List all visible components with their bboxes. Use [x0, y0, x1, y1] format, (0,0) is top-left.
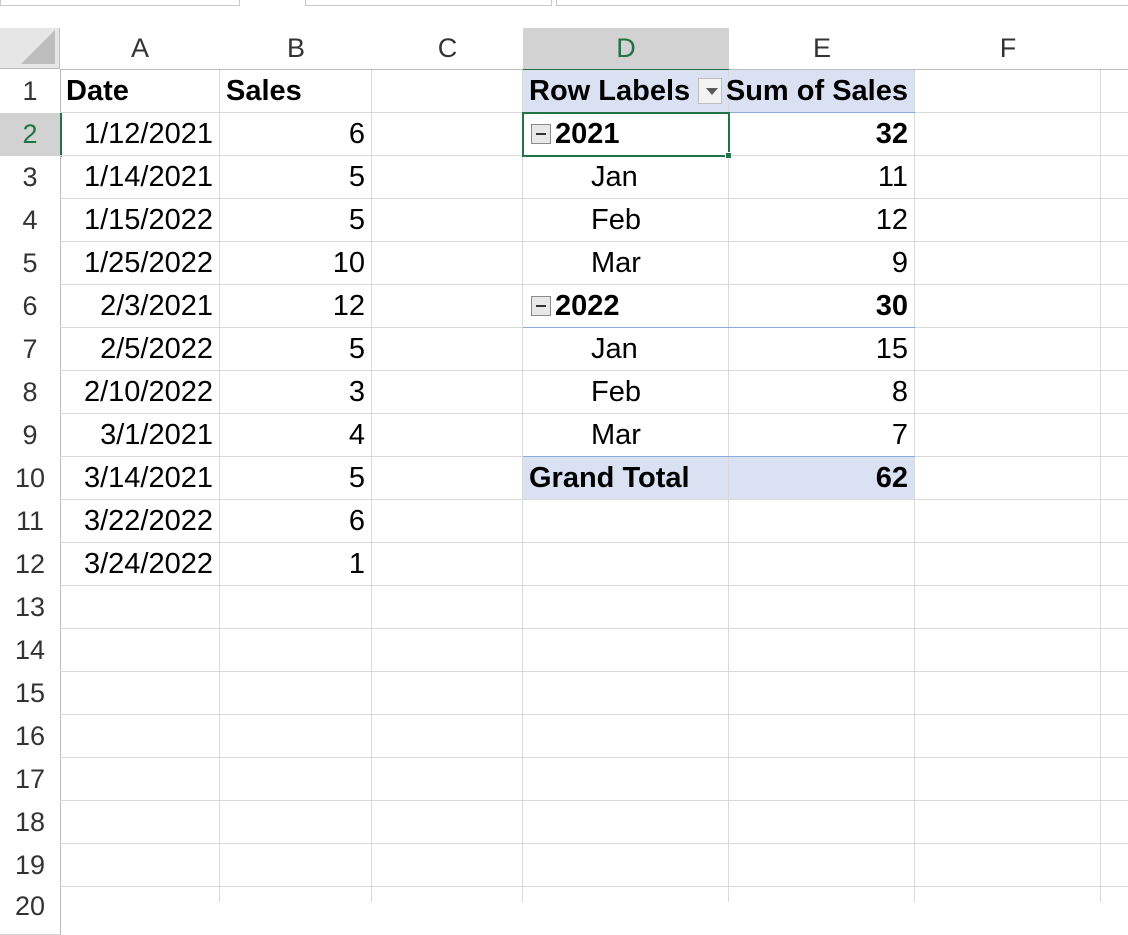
row-header-2[interactable]: 2: [0, 113, 62, 157]
pivot-month-value[interactable]: 11: [729, 156, 915, 199]
row-header-18[interactable]: 18: [0, 801, 61, 845]
column-header-b[interactable]: B: [220, 28, 373, 70]
pivot-grand-total-label[interactable]: Grand Total: [523, 457, 729, 500]
pivot-group-2022[interactable]: 2022: [523, 285, 729, 328]
pivot-month-value[interactable]: 8: [729, 371, 915, 414]
pivot-month-label[interactable]: Mar: [523, 242, 729, 285]
cell-sales[interactable]: 5: [220, 156, 372, 199]
pivot-grand-total-value[interactable]: 62: [729, 457, 915, 500]
column-header-a[interactable]: A: [60, 28, 221, 70]
pivot-month-value[interactable]: 7: [729, 414, 915, 457]
cell-sales[interactable]: 6: [220, 113, 372, 156]
row-header-15[interactable]: 15: [0, 672, 61, 716]
pivot-group-total[interactable]: 30: [729, 285, 915, 328]
pivot-month-label[interactable]: Feb: [523, 371, 729, 414]
pivot-month-value[interactable]: 12: [729, 199, 915, 242]
row-header-7[interactable]: 7: [0, 328, 61, 372]
pivot-total-divider: [523, 456, 915, 457]
cell-sales[interactable]: 10: [220, 242, 372, 285]
cell-date[interactable]: 3/22/2022: [60, 500, 220, 543]
column-header-g-partial[interactable]: [1101, 28, 1128, 70]
pivot-month-value[interactable]: 15: [729, 328, 915, 371]
row-header-16[interactable]: 16: [0, 715, 61, 759]
pivot-group-year: 2021: [555, 117, 620, 150]
row-header-5[interactable]: 5: [0, 242, 61, 286]
cell-sales[interactable]: 5: [220, 199, 372, 242]
formula-bar-edge[interactable]: [556, 0, 1128, 6]
column-header-c[interactable]: C: [372, 28, 524, 70]
column-header-d[interactable]: D: [523, 28, 730, 71]
pivot-month-label[interactable]: Feb: [523, 199, 729, 242]
cell-date[interactable]: 2/3/2021: [60, 285, 220, 328]
pivot-month-label[interactable]: Mar: [523, 414, 729, 457]
name-box-edge[interactable]: [0, 0, 240, 6]
cell-sales[interactable]: 6: [220, 500, 372, 543]
cell-date[interactable]: 1/14/2021: [60, 156, 220, 199]
select-all-triangle-icon: [21, 30, 55, 64]
row-header-3[interactable]: 3: [0, 156, 61, 200]
pivot-row-labels-text: Row Labels: [529, 74, 691, 107]
pivot-header-divider: [523, 112, 915, 113]
pivot-group-total[interactable]: 32: [729, 113, 915, 156]
toolbar-box-edge[interactable]: [305, 0, 552, 6]
collapse-minus-icon[interactable]: [531, 296, 551, 316]
pivot-group-2021[interactable]: 2021: [523, 113, 729, 156]
cell-date[interactable]: 3/24/2022: [60, 543, 220, 586]
cell-sales[interactable]: 1: [220, 543, 372, 586]
row-header-19[interactable]: 19: [0, 844, 61, 888]
cell-sales[interactable]: 5: [220, 457, 372, 500]
pivot-month-value[interactable]: 9: [729, 242, 915, 285]
cell-date[interactable]: 1/12/2021: [60, 113, 220, 156]
pivot-group-year: 2022: [555, 289, 620, 322]
cell-sales[interactable]: 3: [220, 371, 372, 414]
row-header-20[interactable]: 20: [0, 887, 61, 935]
cell-date[interactable]: 3/1/2021: [60, 414, 220, 457]
pivot-row-labels-header[interactable]: Row Labels: [523, 70, 729, 113]
row-header-8[interactable]: 8: [0, 371, 61, 415]
cell-b1-sales-header[interactable]: Sales: [220, 70, 372, 113]
pivot-month-label[interactable]: Jan: [523, 156, 729, 199]
column-header-e[interactable]: E: [729, 28, 916, 70]
row-header-6[interactable]: 6: [0, 285, 61, 329]
row-header-4[interactable]: 4: [0, 199, 61, 243]
filter-dropdown-icon[interactable]: [698, 78, 722, 104]
cell-a1-date-header[interactable]: Date: [60, 70, 220, 113]
cell-sales[interactable]: 12: [220, 285, 372, 328]
fill-handle[interactable]: [725, 152, 732, 159]
row-header-1[interactable]: 1: [0, 70, 61, 114]
cell-date[interactable]: 3/14/2021: [60, 457, 220, 500]
row-header-9[interactable]: 9: [0, 414, 61, 458]
row-header-10[interactable]: 10: [0, 457, 61, 501]
row-header-13[interactable]: 13: [0, 586, 61, 630]
pivot-value-header[interactable]: Sum of Sales: [726, 70, 915, 113]
row-header-14[interactable]: 14: [0, 629, 61, 673]
row-header-12[interactable]: 12: [0, 543, 61, 587]
collapse-minus-icon[interactable]: [531, 124, 551, 144]
cell-date[interactable]: 1/25/2022: [60, 242, 220, 285]
cell-sales[interactable]: 5: [220, 328, 372, 371]
column-header-f[interactable]: F: [915, 28, 1102, 70]
cell-date[interactable]: 2/5/2022: [60, 328, 220, 371]
toolbar-strip: [0, 0, 1128, 28]
pivot-group-divider: [523, 327, 915, 328]
cell-date[interactable]: 1/15/2022: [60, 199, 220, 242]
row-header-17[interactable]: 17: [0, 758, 61, 802]
pivot-month-label[interactable]: Jan: [523, 328, 729, 371]
cell-sales[interactable]: 4: [220, 414, 372, 457]
row-header-11[interactable]: 11: [0, 500, 61, 544]
cell-date[interactable]: 2/10/2022: [60, 371, 220, 414]
select-all-button[interactable]: [0, 28, 60, 69]
